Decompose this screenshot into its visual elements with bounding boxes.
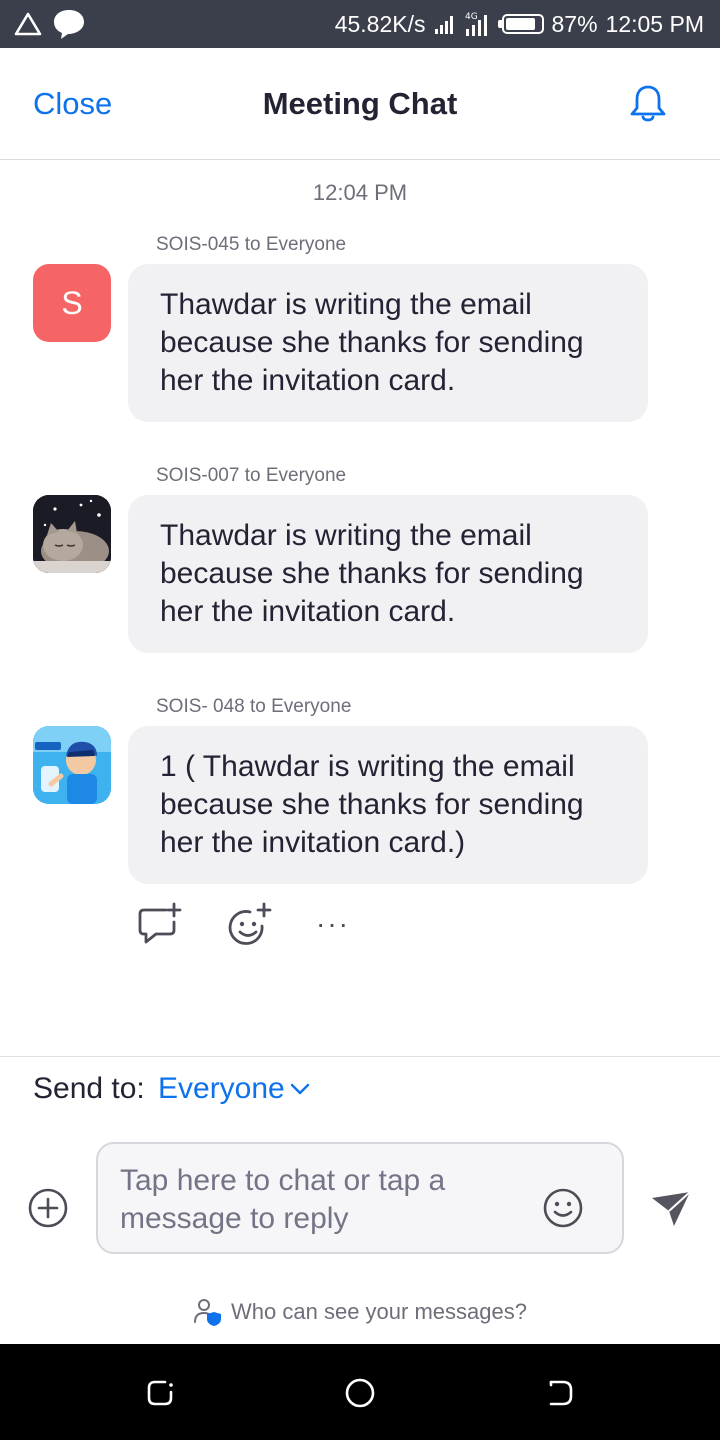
avatar-letter: S <box>61 284 83 321</box>
recent-apps-icon[interactable] <box>143 1376 177 1410</box>
network-type: 4G <box>465 12 478 22</box>
status-bar: 45.82K/s 4G 87% 12:05 PM <box>0 0 720 48</box>
send-to-selector[interactable]: Everyone <box>158 1072 311 1106</box>
message-actions: ··· <box>136 900 350 948</box>
home-icon[interactable] <box>343 1376 377 1410</box>
message-line: her the invitation card. <box>160 364 456 397</box>
message-sender: SOIS-007 to Everyone <box>156 465 347 486</box>
emoji-icon[interactable] <box>542 1187 584 1229</box>
add-reaction-icon[interactable] <box>226 900 274 948</box>
back-icon[interactable] <box>543 1376 577 1410</box>
page-title: Meeting Chat <box>262 86 458 121</box>
message-line: because she thanks for sending <box>160 326 584 359</box>
system-nav-bar <box>0 1344 720 1440</box>
avatar[interactable] <box>33 495 111 573</box>
message-sender: SOIS-045 to Everyone <box>156 234 347 255</box>
message-line: 1 ( Thawdar is writing the email <box>160 750 575 783</box>
status-left <box>14 8 86 40</box>
message-line: because she thanks for sending <box>160 557 584 590</box>
privacy-info-link[interactable]: Who can see your messages? <box>0 1298 720 1326</box>
send-icon[interactable] <box>650 1188 692 1228</box>
chat-timestamp: 12:04 PM <box>312 180 408 205</box>
message-sender: SOIS- 048 to Everyone <box>156 696 352 717</box>
signal-icon <box>434 16 453 34</box>
privacy-info-label: Who can see your messages? <box>231 1299 527 1324</box>
avatar[interactable] <box>33 726 111 804</box>
add-attachment-icon[interactable] <box>27 1187 69 1229</box>
send-to-label: Send to: <box>33 1072 145 1105</box>
message-bubble[interactable]: 1 ( Thawdar is writing the email because… <box>128 726 648 884</box>
cartoon-boy-photo-icon <box>33 726 111 804</box>
send-to-value: Everyone <box>158 1072 285 1105</box>
bell-icon[interactable] <box>626 82 670 126</box>
network-speed: 45.82K/s <box>334 10 426 37</box>
message-bubble[interactable]: Thawdar is writing the email because she… <box>128 264 648 422</box>
chat-bubble-notification-icon <box>54 10 84 39</box>
clock: 12:05 PM <box>605 10 704 37</box>
kitten-photo-icon <box>33 495 111 573</box>
battery-percent: 87% <box>551 10 598 37</box>
message-bubble[interactable]: Thawdar is writing the email because she… <box>128 495 648 653</box>
user-shield-icon <box>194 1299 222 1326</box>
message-line: because she thanks for sending <box>160 788 584 821</box>
avatar[interactable]: S <box>33 264 111 342</box>
composer-divider <box>0 1056 720 1057</box>
more-options-button[interactable]: ··· <box>316 900 350 948</box>
message-line: Thawdar is writing the email <box>160 288 532 321</box>
battery-icon <box>497 14 544 34</box>
reply-in-thread-icon[interactable] <box>136 900 184 948</box>
4g-signal-icon: 4G <box>465 12 487 36</box>
chevron-down-icon <box>290 1083 309 1095</box>
chat-input-placeholder: Tap here to chat or tap a <box>120 1164 446 1197</box>
status-right: 45.82K/s 4G 87% 12:05 PM <box>335 0 704 48</box>
message-line: Thawdar is writing the email <box>160 519 532 552</box>
warning-triangle-icon <box>14 12 42 36</box>
message-line: her the invitation card.) <box>160 826 466 859</box>
chat-input-placeholder: message to reply <box>120 1202 349 1235</box>
battery-fill <box>505 18 536 30</box>
chat-header: Close Meeting Chat <box>0 48 720 160</box>
message-line: her the invitation card. <box>160 595 456 628</box>
